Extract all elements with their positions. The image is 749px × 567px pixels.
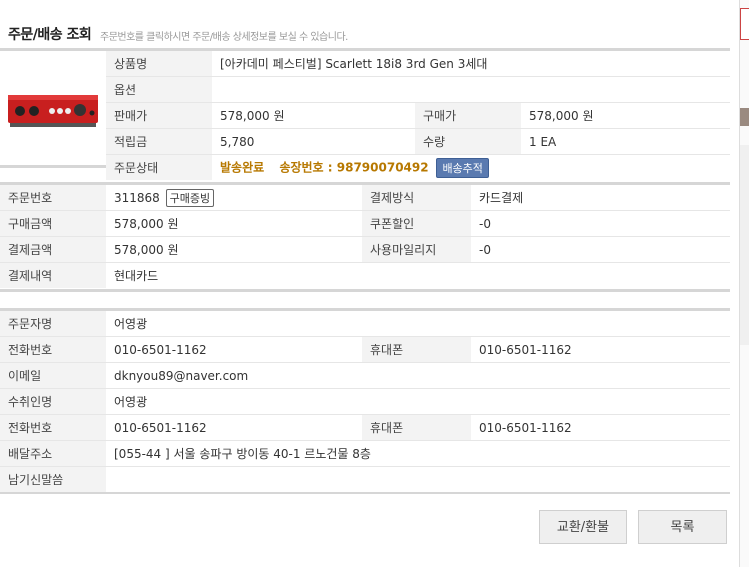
order-status: 발송완료 (220, 160, 265, 174)
payment-detail-label: 결제내역 (0, 262, 106, 288)
receiver-phone-label: 전화번호 (0, 414, 106, 441)
email-value: dknyou89@naver.com (106, 362, 730, 389)
track-delivery-button[interactable]: 배송추적 (436, 157, 489, 178)
page-title: 주문/배송 조회 (8, 27, 92, 43)
email-label: 이메일 (0, 362, 106, 389)
order-number: 311868 (114, 190, 160, 205)
points-label: 적립금 (106, 128, 212, 155)
orderer-name: 어영광 (106, 311, 730, 337)
order-number-label: 주문번호 (0, 185, 106, 211)
order-number-cell: 311868 구매증빙 (106, 185, 362, 211)
receiver-mobile-label: 휴대폰 (362, 414, 471, 441)
payment-method: 카드결제 (471, 185, 730, 211)
receiver-name: 어영광 (106, 388, 730, 415)
order-status-cell: 발송완료 송장번호 : 98790070492 배송추적 (212, 154, 730, 180)
option-label: 옵션 (106, 76, 212, 103)
payment-table: 주문번호 311868 구매증빙 결제방식 카드결제 구매금액 578,000 … (0, 185, 730, 288)
product-table: 상품명 [아카데미 페스티벌] Scarlett 18i8 3rd Gen 3세… (106, 51, 730, 180)
audio-interface-icon (8, 95, 98, 127)
payment-detail: 현대카드 (106, 262, 730, 288)
coupon-label: 쿠폰할인 (362, 210, 471, 237)
page-header: 주문/배송 조회 주문번호를 클릭하시면 주문/배송 상세정보를 보실 수 있습… (0, 0, 738, 50)
receiver-phone-value: 010-6501-1162 (106, 414, 362, 441)
sale-price: 578,000 원 (212, 102, 415, 129)
mobile-label: 휴대폰 (362, 336, 471, 363)
customer-table: 주문자명 어영광 전화번호 010-6501-1162 휴대폰 010-6501… (0, 311, 730, 492)
product-name: [아카데미 페스티벌] Scarlett 18i8 3rd Gen 3세대 (212, 51, 730, 77)
order-status-label: 주문상태 (106, 154, 212, 180)
purchase-amount-label: 구매금액 (0, 210, 106, 237)
tracking-number: 송장번호 : 98790070492 (279, 160, 429, 174)
paid-amount: 578,000 원 (106, 236, 362, 263)
product-name-label: 상품명 (106, 51, 212, 77)
purchase-price: 578,000 원 (521, 102, 730, 129)
receiver-mobile-value: 010-6501-1162 (471, 414, 730, 441)
message-value (106, 466, 730, 492)
payment-method-label: 결제방식 (362, 185, 471, 211)
quantity-label: 수량 (415, 128, 521, 155)
paid-amount-label: 결제금액 (0, 236, 106, 263)
page-description: 주문번호를 클릭하시면 주문/배송 상세정보를 보실 수 있습니다. (100, 32, 348, 43)
quantity-value: 1 EA (521, 128, 730, 155)
side-thumbnail[interactable] (740, 108, 749, 126)
exchange-refund-button[interactable]: 교환/환불 (539, 510, 627, 544)
purchase-price-label: 구매가 (415, 102, 521, 129)
purchase-amount: 578,000 원 (106, 210, 362, 237)
orderer-label: 주문자명 (0, 311, 106, 337)
mileage-value: -0 (471, 236, 730, 263)
phone-value: 010-6501-1162 (106, 336, 362, 363)
message-label: 남기신말씀 (0, 466, 106, 492)
mileage-label: 사용마일리지 (362, 236, 471, 263)
address-value: [055-44 ] 서울 송파구 방이동 40-1 르노건물 8층 (106, 440, 730, 467)
address-label: 배달주소 (0, 440, 106, 467)
side-panel-box (740, 145, 749, 345)
points-value: 5,780 (212, 128, 415, 155)
coupon-value: -0 (471, 210, 730, 237)
product-image[interactable] (0, 51, 107, 165)
purchase-receipt-button[interactable]: 구매증빙 (165, 188, 215, 207)
sale-price-label: 판매가 (106, 102, 212, 129)
phone-label: 전화번호 (0, 336, 106, 363)
list-button[interactable]: 목록 (638, 510, 727, 544)
side-banner[interactable] (740, 8, 749, 40)
receiver-label: 수취인명 (0, 388, 106, 415)
mobile-value: 010-6501-1162 (471, 336, 730, 363)
option-value (212, 76, 730, 103)
